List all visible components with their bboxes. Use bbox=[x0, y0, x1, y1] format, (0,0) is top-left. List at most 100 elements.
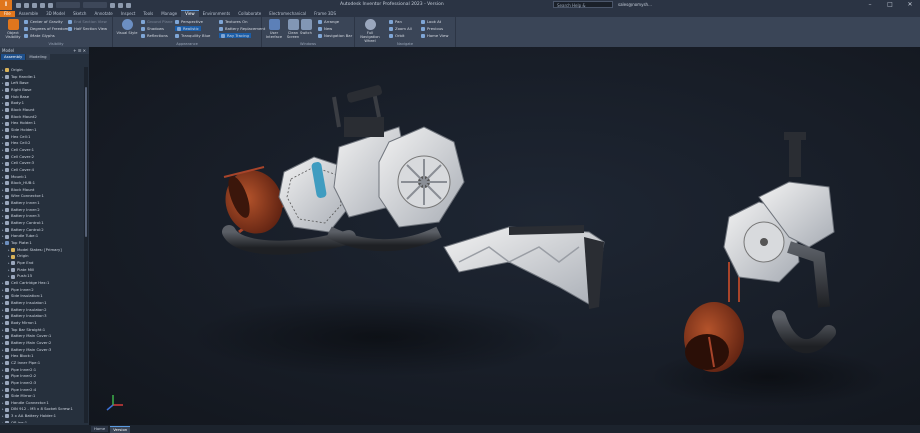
tree-node[interactable]: ▸ Side Insulation:1 bbox=[0, 293, 84, 300]
arrange-button[interactable]: Arrange bbox=[318, 19, 339, 24]
tree-node[interactable]: ▸ Cell Cartridge Hex:1 bbox=[0, 280, 84, 287]
ray-tracing-button[interactable]: Ray Tracing bbox=[219, 33, 251, 38]
tree-node[interactable]: ▸ Battery Control:2 bbox=[0, 227, 84, 234]
pan-button[interactable]: Pan bbox=[389, 19, 402, 24]
home-icon[interactable] bbox=[126, 2, 131, 8]
perspective-button[interactable]: Perspective bbox=[175, 19, 203, 24]
scroll-thumb[interactable] bbox=[85, 87, 87, 237]
user-account[interactable]: sales@nomysh... bbox=[618, 2, 652, 7]
navigation-bar-button[interactable]: Navigation Bar bbox=[318, 33, 352, 38]
tree-node[interactable]: ▸ Handle Connector:1 bbox=[0, 400, 84, 407]
tree-node[interactable]: ▸ Block Mount bbox=[0, 187, 84, 194]
object-visibility-button[interactable]: Object Visibility bbox=[2, 19, 24, 39]
material-dropdown[interactable] bbox=[56, 2, 80, 8]
minimize-icon[interactable]: – bbox=[860, 0, 880, 10]
tree-node[interactable]: ▸ Battery Main Cover:3 bbox=[0, 347, 84, 354]
tree-node[interactable]: ▸ Side Mirror:1 bbox=[0, 393, 84, 400]
tree-node[interactable]: ▸ Plate Mill bbox=[0, 267, 84, 274]
tree-node[interactable]: ▸ Hex Cell:2 bbox=[0, 140, 84, 147]
tree-node[interactable]: ▸ Body Mirror:1 bbox=[0, 320, 84, 327]
tree-node[interactable]: ▸ Battery Main Cover:1 bbox=[0, 333, 84, 340]
fx-icon[interactable] bbox=[110, 2, 115, 8]
tree-node[interactable]: ▸ DIN 912 - M5 x 8 Socket Screw:1 bbox=[0, 406, 84, 413]
new-window-button[interactable]: New bbox=[318, 26, 332, 31]
tree-node[interactable]: ▸ Origin bbox=[0, 253, 84, 260]
tree-node[interactable]: ▸ Hub Base bbox=[0, 94, 84, 101]
view-triad[interactable] bbox=[106, 395, 123, 411]
tab-assembly[interactable]: Assembly bbox=[1, 54, 26, 60]
realistic-button[interactable]: Realistic bbox=[175, 26, 201, 31]
tree-node[interactable]: ▸ Hex Cell:1 bbox=[0, 134, 84, 141]
home-view-button[interactable]: Home View bbox=[421, 33, 448, 38]
tree-node[interactable]: ▸ Battery Insulator:3 bbox=[0, 313, 84, 320]
tree-node[interactable]: ▸ Battery Inner:3 bbox=[0, 213, 84, 220]
zoom-all-button[interactable]: Zoom All bbox=[389, 26, 412, 31]
tree-node[interactable]: ▸ Battery Main Cover:2 bbox=[0, 340, 84, 347]
tree-node[interactable]: ▸ Cell Cover:2 bbox=[0, 154, 84, 161]
tab-modeling[interactable]: Modeling bbox=[26, 54, 50, 60]
tree-node[interactable]: ▸ Pipe Inner2:4 bbox=[0, 387, 84, 394]
tree-node[interactable]: ▸ Block Mount bbox=[0, 107, 84, 114]
maximize-icon[interactable]: □ bbox=[880, 0, 900, 10]
tree-node[interactable]: ▸ OP-ing:1 bbox=[0, 420, 84, 423]
switch-button[interactable]: Switch bbox=[298, 19, 314, 35]
full-navigation-wheel-button[interactable]: Full Navigation Wheel bbox=[357, 19, 383, 43]
half-section-button[interactable]: Half Section View bbox=[68, 26, 107, 31]
help-search-input[interactable]: Search Help & Commands... bbox=[553, 1, 613, 15]
assembly-left[interactable] bbox=[217, 85, 605, 309]
tree-node[interactable]: ▸ Wire Connector:1 bbox=[0, 193, 84, 200]
light-style-dropdown[interactable]: Tranquility Blue bbox=[175, 33, 210, 38]
battery-replacement-button[interactable]: Battery Replacement bbox=[219, 26, 265, 31]
reflections-button[interactable]: Reflections bbox=[141, 33, 168, 38]
tree-node[interactable]: ▸ Top Bar Straight:1 bbox=[0, 327, 84, 334]
undo-icon[interactable] bbox=[40, 2, 45, 8]
imate-glyph-button[interactable]: iMate Glyphs bbox=[24, 33, 55, 38]
shadows-button[interactable]: Shadows bbox=[141, 26, 164, 31]
doc-tab-home[interactable]: Home bbox=[91, 426, 109, 432]
textures-on-button[interactable]: Textures On bbox=[219, 19, 247, 24]
tree-node[interactable]: ▸ Hex Block:1 bbox=[0, 353, 84, 360]
tree-node[interactable]: ▸ Block Mount2 bbox=[0, 114, 84, 121]
new-icon[interactable] bbox=[16, 2, 21, 8]
tree-node[interactable]: ▸ Cell Cover:1 bbox=[0, 147, 84, 154]
center-of-gravity-button[interactable]: Center of Gravity bbox=[24, 19, 63, 24]
close-icon[interactable]: ✕ bbox=[900, 0, 920, 10]
assembly-right[interactable] bbox=[684, 132, 836, 372]
tree-node[interactable]: ▸ Origin bbox=[0, 67, 84, 74]
browser-scrollbar[interactable] bbox=[84, 67, 88, 423]
tree-node[interactable]: ▸ CZ Inner Pipe:1 bbox=[0, 360, 84, 367]
save-icon[interactable] bbox=[32, 2, 37, 8]
ground-plane-button[interactable]: Ground Plane bbox=[141, 19, 173, 24]
tree-node[interactable]: ▸ Battery Inner:1 bbox=[0, 200, 84, 207]
measure-icon[interactable] bbox=[118, 2, 123, 8]
doc-tab-version[interactable]: Version bbox=[110, 425, 131, 433]
open-icon[interactable] bbox=[24, 2, 29, 8]
tree-node[interactable]: ▸ Model States: [Primary] bbox=[0, 247, 84, 254]
look-at-button[interactable]: Look At bbox=[421, 19, 441, 24]
tree-node[interactable]: ▸ Pipe Inner2:3 bbox=[0, 380, 84, 387]
tree-node[interactable]: ▸ Top Plate:1 bbox=[0, 240, 84, 247]
tree-node[interactable]: ▸ Cell Cover:3 bbox=[0, 160, 84, 167]
tree-node[interactable]: ▸ Top Handle:1 bbox=[0, 74, 84, 81]
orbit-button[interactable]: Orbit bbox=[389, 33, 405, 38]
tree-node[interactable]: ▸ Hex Holder:1 bbox=[0, 120, 84, 127]
redo-icon[interactable] bbox=[48, 2, 53, 8]
tree-node[interactable]: ▸ Pipe Inner2:2 bbox=[0, 373, 84, 380]
tree-node[interactable]: ▸ Pipe End bbox=[0, 260, 84, 267]
tree-node[interactable]: ▸ Pipe Inner:2 bbox=[0, 287, 84, 294]
inventor-logo[interactable]: I bbox=[0, 0, 12, 10]
tree-node[interactable]: ▸ Battery Control:1 bbox=[0, 220, 84, 227]
tree-node[interactable]: ▸ Handle Tube:1 bbox=[0, 233, 84, 240]
tree-node[interactable]: ▸ Left Base bbox=[0, 80, 84, 87]
tree-node[interactable]: ▸ Body:1 bbox=[0, 100, 84, 107]
browser-add-icon[interactable]: + ☰ ✕ bbox=[73, 47, 86, 54]
tree-node[interactable]: ▸ Pipe Inner2:1 bbox=[0, 367, 84, 374]
tree-node[interactable]: ▸ Right Base bbox=[0, 87, 84, 94]
tree-node[interactable]: ▸ Mount:1 bbox=[0, 174, 84, 181]
degrees-of-freedom-button[interactable]: Degrees of Freedom bbox=[24, 26, 68, 31]
tree-node[interactable]: ▸ Block_HUB:1 bbox=[0, 180, 84, 187]
tree-node[interactable]: ▸ Side Holder:1 bbox=[0, 127, 84, 134]
previous-view-button[interactable]: Previous bbox=[421, 26, 443, 31]
tree-node[interactable]: ▸ Cell Cover:4 bbox=[0, 167, 84, 174]
tree-node[interactable]: ▸ Battery Inner:2 bbox=[0, 207, 84, 214]
